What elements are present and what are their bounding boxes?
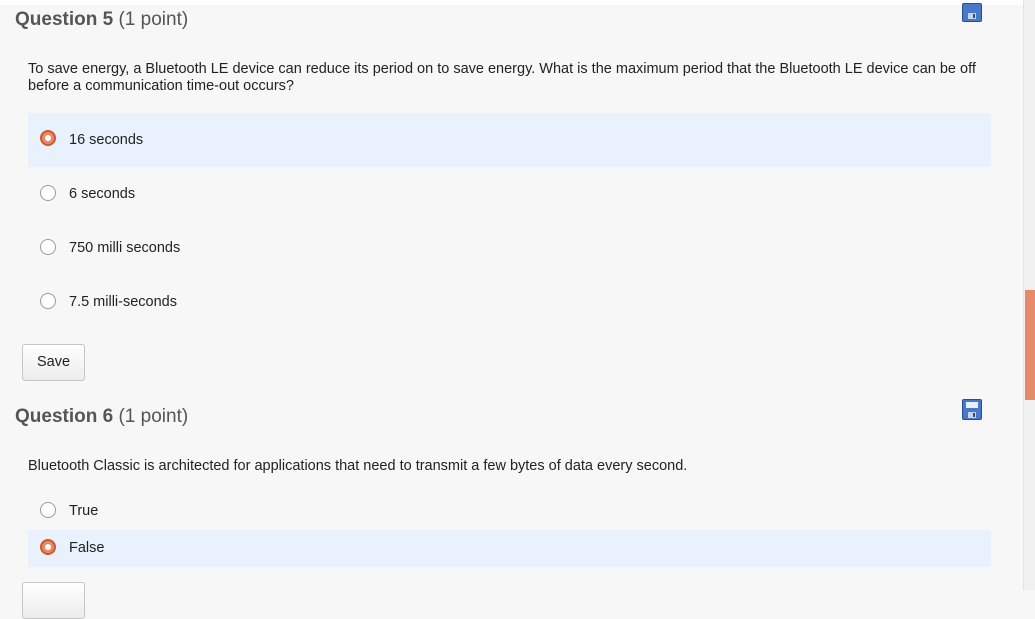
question-5-title: Question 5 (1 point) bbox=[15, 9, 188, 31]
option-label: 16 seconds bbox=[69, 132, 144, 148]
radio-icon[interactable] bbox=[40, 239, 56, 255]
option-7-5-milli-seconds[interactable]: 7.5 milli-seconds bbox=[28, 275, 991, 329]
floppy-disk-icon[interactable] bbox=[962, 3, 982, 22]
radio-icon[interactable] bbox=[40, 185, 56, 201]
question-6-title: Question 6 (1 point) bbox=[15, 406, 188, 428]
question-number: Question 6 bbox=[15, 406, 114, 427]
option-750-milli-seconds[interactable]: 750 milli seconds bbox=[28, 221, 991, 275]
radio-selected-icon[interactable] bbox=[40, 130, 56, 146]
radio-icon[interactable] bbox=[40, 293, 56, 309]
question-6-text: Bluetooth Classic is architected for app… bbox=[28, 458, 688, 474]
question-points: (1 point) bbox=[118, 9, 189, 30]
floppy-disk-icon[interactable] bbox=[962, 399, 982, 420]
option-label: 7.5 milli-seconds bbox=[69, 294, 177, 310]
radio-icon[interactable] bbox=[40, 502, 56, 518]
top-strip bbox=[0, 0, 1023, 5]
save-button[interactable]: Save bbox=[22, 344, 85, 381]
question-5-text: To save energy, a Bluetooth LE device ca… bbox=[28, 61, 976, 94]
question-points: (1 point) bbox=[118, 406, 189, 427]
save-button[interactable] bbox=[22, 582, 85, 619]
option-label: False bbox=[69, 540, 105, 556]
scrollbar-thumb[interactable] bbox=[1025, 290, 1035, 400]
option-label: 6 seconds bbox=[69, 186, 136, 202]
radio-selected-icon[interactable] bbox=[40, 539, 56, 555]
question-number: Question 5 bbox=[15, 9, 114, 30]
option-true[interactable]: True bbox=[28, 493, 991, 530]
option-label: True bbox=[69, 503, 99, 519]
option-label: 750 milli seconds bbox=[69, 240, 181, 256]
option-16-seconds[interactable]: 16 seconds bbox=[28, 113, 991, 167]
option-6-seconds[interactable]: 6 seconds bbox=[28, 167, 991, 221]
option-false[interactable]: False bbox=[28, 530, 991, 567]
